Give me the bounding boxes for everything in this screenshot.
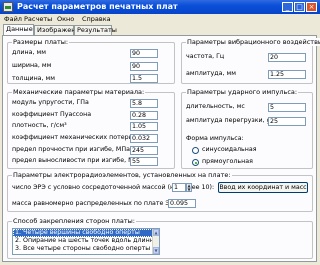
vibration-title: Параметры вибрационного воздействия (186, 38, 320, 46)
fixing-listbox[interactable]: 1. Четыре вершины свободно оперты 2. Опи… (12, 228, 160, 255)
vibration-group: Параметры вибрационного воздействия част… (181, 38, 320, 84)
elastic-modulus-input[interactable]: 5.8 (130, 99, 158, 108)
tab-results[interactable]: Результаты (74, 25, 117, 35)
elements-title: Параметры электрорадиоэлементов, установ… (12, 171, 232, 179)
poisson-label: коэффициент Пуассона (12, 111, 92, 118)
scroll-down-icon[interactable]: ▼ (153, 247, 159, 254)
pulse-rect-label[interactable]: прямоугольная (202, 158, 253, 166)
shock-title: Параметры ударного импульса: (186, 88, 299, 96)
duration-label: длительность, мс (186, 103, 245, 110)
length-input[interactable]: 90 (130, 49, 158, 58)
minimize-button[interactable]: _ (282, 2, 293, 12)
app-icon (3, 2, 13, 12)
frequency-input[interactable]: 20 (268, 53, 306, 62)
density-label: плотность, г/см³ (12, 122, 67, 129)
tab-data[interactable]: Данные (3, 24, 34, 35)
overload-amplitude-input[interactable]: 25 (268, 117, 306, 126)
lumped-count-spinner[interactable]: ▲ ▼ (186, 183, 192, 192)
app-window: Расчет параметров печатных плат _ □ × Файл… (0, 0, 320, 265)
distributed-mass-input[interactable]: 0.095 (168, 199, 196, 208)
pulse-sine-radio[interactable] (192, 147, 199, 154)
length-label: длина, мм (12, 49, 46, 56)
elastic-modulus-label: модуль упругости, ГПа (12, 99, 89, 106)
pulse-form-label: Форма импульса: (186, 135, 244, 142)
thickness-input[interactable]: 1.5 (130, 74, 158, 83)
fixing-option-1[interactable]: 1. Четыре вершины свободно оперты (13, 229, 159, 237)
shock-group: Параметры ударного импульса: длительност… (181, 88, 313, 169)
enter-coords-button[interactable]: Ввод их координат и масс (218, 182, 308, 193)
board-size-title: Размеры платы: (12, 38, 70, 46)
vibration-amplitude-label: амплитуда, мм (186, 70, 236, 77)
tab-panel-data: Размеры платы: длина, мм 90 ширина, мм 9… (2, 35, 320, 262)
endurance-limit-label: предел выносливости при изгибе, МПа (12, 157, 143, 164)
menu-window[interactable]: Окно (57, 15, 74, 24)
menu-help[interactable]: Справка (82, 15, 111, 24)
lumped-count-input[interactable]: 1 (172, 183, 186, 192)
menu-file[interactable]: Файл (4, 15, 22, 24)
board-size-group: Размеры платы: длина, мм 90 ширина, мм 9… (7, 38, 175, 84)
tab-image[interactable]: Изображение (34, 25, 84, 35)
width-label: ширина, мм (12, 62, 52, 69)
fixing-option-2[interactable]: 2. Опирание на шесть точек вдоль длинных… (13, 237, 159, 245)
overload-amplitude-label: амплитуда перегрузки, g (186, 117, 271, 124)
fixing-title: Способ закрепления сторон платы: (12, 217, 136, 225)
spin-down-icon[interactable]: ▼ (187, 187, 191, 192)
pulse-sine-label[interactable]: синусоидальная (202, 146, 257, 154)
bending-strength-label: предел прочности при изгибе, МПа (12, 146, 130, 153)
width-input[interactable]: 90 (130, 62, 158, 71)
menu-bar: Файл Расчеты Окно Справка (0, 14, 320, 25)
scroll-up-icon[interactable]: ▲ (153, 229, 159, 236)
elements-group: Параметры электрорадиоэлементов, установ… (7, 171, 313, 212)
frequency-label: частота, Гц (186, 53, 225, 60)
distributed-mass-label: масса равномерно распределенных по плате… (12, 200, 190, 207)
material-group: Механические параметры материала: модуль… (7, 88, 175, 169)
density-input[interactable]: 1.05 (130, 122, 158, 131)
close-button[interactable]: × (306, 2, 317, 12)
fixing-scrollbar[interactable]: ▲ ▼ (152, 229, 159, 254)
poisson-input[interactable]: 0.28 (130, 111, 158, 120)
loss-coefficient-label: коэффициент механических потерь (12, 134, 133, 141)
loss-coefficient-input[interactable]: 0.032 (130, 134, 158, 143)
pulse-rect-radio[interactable] (192, 159, 199, 166)
duration-input[interactable]: 5 (268, 103, 306, 112)
vibration-amplitude-input[interactable]: 1.25 (268, 70, 306, 79)
fixing-group: Способ закрепления сторон платы: 1. Четы… (7, 217, 313, 259)
window-title: Расчет параметров печатных плат (17, 2, 178, 11)
bending-strength-input[interactable]: 245 (130, 146, 158, 155)
material-title: Механические параметры материала: (12, 88, 146, 96)
fixing-option-3[interactable]: 3. Все четыре стороны свободно оперты (13, 245, 159, 253)
title-bar[interactable]: Расчет параметров печатных плат _ □ × (0, 0, 320, 14)
thickness-label: толщина, мм (12, 75, 56, 82)
endurance-limit-input[interactable]: 55 (130, 157, 158, 166)
menu-calculations[interactable]: Расчеты (24, 15, 52, 24)
maximize-button[interactable]: □ (294, 2, 305, 12)
